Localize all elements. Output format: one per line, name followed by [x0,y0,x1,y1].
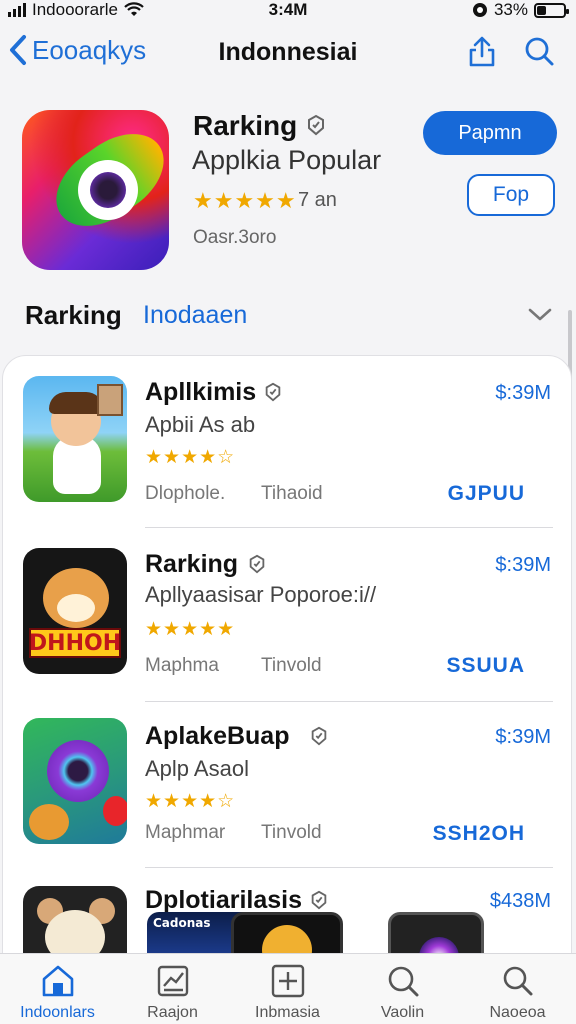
alarm-icon [472,3,487,17]
app-price[interactable]: $:39M [495,726,551,749]
app-meta-secondary: Tinvold [261,822,322,843]
add-icon [271,964,305,998]
battery-level [537,5,546,15]
chart-icon [157,965,189,997]
tab-add[interactable]: Inbmasia [230,954,345,1024]
app-icon: DHHOH [23,548,127,674]
featured-app-subtitle: Applkia Popular [192,145,382,175]
tab-label: Inbmasia [255,1004,320,1021]
app-meta-secondary: Tihaoid [261,483,323,504]
list-item[interactable]: AplakeBuap Aplp Asaol ★★★★☆ Maphmar Tinv… [3,718,573,878]
tab-label: Naoeoa [489,1004,546,1021]
app-name: Dplotiarilasis [145,886,302,914]
app-meta: Dlophole. [145,483,226,504]
featured-app-rating-count: 7 an [298,189,337,211]
search-icon [503,966,533,996]
verified-badge-icon [249,554,265,574]
featured-app-icon[interactable] [22,110,169,270]
app-icon-text: DHHOH [29,628,121,658]
app-name: Rarking [145,550,239,578]
app-icon [23,376,127,502]
app-price[interactable]: $:39M [495,382,551,405]
app-action-button[interactable]: GJPUU [448,482,525,506]
search-icon[interactable] [522,34,556,68]
app-store-screen: Indooorarle 3:4M 33% Eooaqkys Indonnesia… [0,0,576,1024]
tab-home[interactable]: Indoonlars [0,954,115,1024]
section-link[interactable]: Inodaaen [143,301,247,330]
open-button[interactable]: Fop [467,174,555,216]
app-meta-secondary: Tinvold [261,655,322,676]
tab-charts[interactable]: Raajon [115,954,230,1024]
status-right: 33% [472,0,569,20]
divider [145,867,553,868]
featured-app-title: Rarking [193,110,298,141]
app-stars: ★★★★☆ [145,791,236,812]
app-screenshot-text: Cadonas [153,916,211,930]
get-button[interactable]: Papmn [423,111,557,155]
app-meta: Maphma [145,655,219,676]
tab-bar: Indoonlars Raajon Inbmasia Vaolin Naoeoa [0,953,576,1024]
divider [145,527,553,528]
list-item[interactable]: Apllkimis Apbii As ab ★★★★☆ Dlophole. Ti… [3,376,573,536]
app-action-button[interactable]: SSH2OH [433,822,525,846]
tab-label: Vaolin [380,1004,425,1021]
app-stars: ★★★★★ [145,619,236,640]
home-icon [42,965,74,997]
featured-app-stars: ★★★★★ [193,188,297,213]
app-subtitle: Apbii As ab [145,412,256,437]
share-icon[interactable] [465,34,499,68]
app-subtitle: Apllyaasisar Poporoe:i// [145,582,377,607]
app-name: AplakeBuap [145,722,290,750]
tab-search-secondary[interactable]: Naoeoa [460,954,575,1024]
battery-percent: 33% [493,0,528,19]
app-icon [23,718,127,844]
list-item[interactable]: DHHOH Rarking Apllyaasisar Poporoe:i// ★… [3,548,573,708]
app-subtitle: Aplp Asaol [145,756,249,781]
search-icon [388,966,419,997]
verified-badge-icon [265,382,281,402]
status-bar: Indooorarle 3:4M 33% [0,0,576,22]
divider [145,701,553,702]
app-meta: Maphmar [145,822,226,843]
battery-icon [534,2,569,18]
section-title: Rarking [25,300,122,330]
nav-bar: Eooaqkys Indonnesiai [0,28,576,78]
app-price[interactable]: $438M [490,890,551,913]
app-list: Apllkimis Apbii As ab ★★★★☆ Dlophole. Ti… [2,355,573,1012]
app-price[interactable]: $:39M [495,554,551,577]
chevron-down-icon[interactable] [527,304,553,324]
verified-badge-icon [311,726,327,746]
verified-badge-icon [308,114,324,136]
tab-search[interactable]: Vaolin [345,954,460,1024]
featured-app-meta: Oasr.3oro [193,227,277,248]
tab-label: Indoonlars [20,1004,95,1021]
verified-badge-icon [311,890,327,910]
app-stars: ★★★★☆ [145,447,236,468]
app-name: Apllkimis [145,378,257,406]
app-action-button[interactable]: SSUUA [446,654,525,678]
tab-label: Raajon [147,1004,198,1021]
